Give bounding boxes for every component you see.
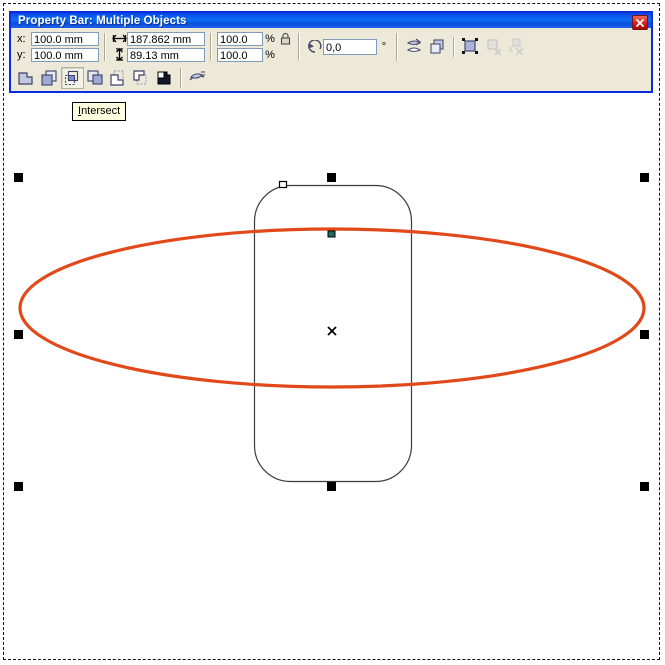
intersect-icon [64,70,79,86]
text-on-path-icon [189,71,205,81]
y-position-input[interactable]: 100.0 mm [31,47,99,62]
vertical-scale-unit: % [265,48,275,61]
handle-bottom-center[interactable] [327,482,336,491]
width-input[interactable]: 187.862 mm [127,31,205,46]
text-flow-icon: x [508,38,524,56]
weld-button[interactable] [15,67,38,89]
x-position-input[interactable]: 100.0 mm [31,31,99,46]
height-input[interactable]: 89.13 mm [127,47,205,62]
horizontal-scale-unit: % [265,32,275,45]
rotation-unit: ° [381,40,387,53]
handle-top-right[interactable] [640,173,649,182]
property-bar-window[interactable]: Property Bar: Multiple Objects x: 100.0 … [9,11,653,93]
close-button[interactable] [632,15,648,30]
text-flow-button: x [505,36,528,58]
convert-to-curves-icon [462,38,478,54]
vertical-size-icon [111,46,127,64]
property-bar-fields-row: x: 100.0 mm y: 100.0 mm 187.862 mm 89.13… [11,28,651,63]
front-minus-back-icon [110,70,124,86]
close-icon [636,18,644,27]
convert-to-curves-button[interactable] [459,36,482,58]
handle-bottom-left[interactable] [14,482,23,491]
boundary-button[interactable] [153,67,176,89]
handle-top-left[interactable] [14,173,23,182]
lock-ratio-icon[interactable] [277,30,293,48]
property-bar-shaping-row [11,63,651,92]
weld-icon [18,72,33,85]
boundary-icon [157,71,171,85]
horizontal-scale-input[interactable]: 100.0 [217,31,263,46]
scale-factor-group: 100.0 % 100.0 % [217,30,293,62]
divider-4 [396,32,398,61]
back-minus-front-icon [133,70,147,85]
trim-icon [41,70,57,86]
rotation-angle-input[interactable]: 0,0 [323,38,377,55]
tooltip-rest-text: ntersect [81,105,121,117]
simplify-button[interactable] [84,67,107,89]
text-on-path-button[interactable] [186,67,209,89]
drawing-canvas[interactable] [0,0,665,665]
handle-middle-left[interactable] [14,330,23,339]
ellipse-node-marker[interactable] [327,230,336,238]
rotation-icon [307,38,323,56]
divider-1 [104,32,106,61]
wrap-paragraph-text-button [482,36,505,58]
rounded-rectangle-node-marker[interactable] [278,180,288,189]
handle-middle-right[interactable] [640,330,649,339]
tooltip-intersect: Intersect [72,102,127,121]
mirror-horizontal-button[interactable] [403,36,426,58]
object-position-group: x: 100.0 mm y: 100.0 mm [15,31,99,62]
wrap-text-icon [487,39,502,56]
vertical-scale-input[interactable]: 100.0 [217,47,263,62]
front-minus-back-button[interactable] [107,67,130,89]
duplicate-button[interactable] [426,36,449,58]
back-minus-front-button[interactable] [130,67,153,89]
selection-center-x-icon [327,326,337,336]
window-title: Property Bar: Multiple Objects [18,14,187,27]
orange-ellipse-shape[interactable] [18,227,646,389]
svg-text:x: x [508,44,513,55]
rotation-group: 0,0 ° [307,38,391,56]
mirror-horizontal-icon [406,38,422,53]
handle-top-center[interactable] [327,173,336,182]
divider-2 [210,32,212,61]
divider-5 [453,36,455,57]
trim-button[interactable] [38,67,61,89]
simplify-icon [87,70,103,85]
property-bar-title-bar[interactable]: Property Bar: Multiple Objects [9,11,653,30]
handle-bottom-right[interactable] [640,482,649,491]
object-size-group: 187.862 mm 89.13 mm [111,31,205,64]
duplicate-icon [430,39,444,54]
intersect-button[interactable] [61,67,84,89]
divider-6 [180,68,182,88]
y-label: y: [17,48,26,61]
divider-3 [298,32,300,61]
x-label: x: [17,32,26,45]
